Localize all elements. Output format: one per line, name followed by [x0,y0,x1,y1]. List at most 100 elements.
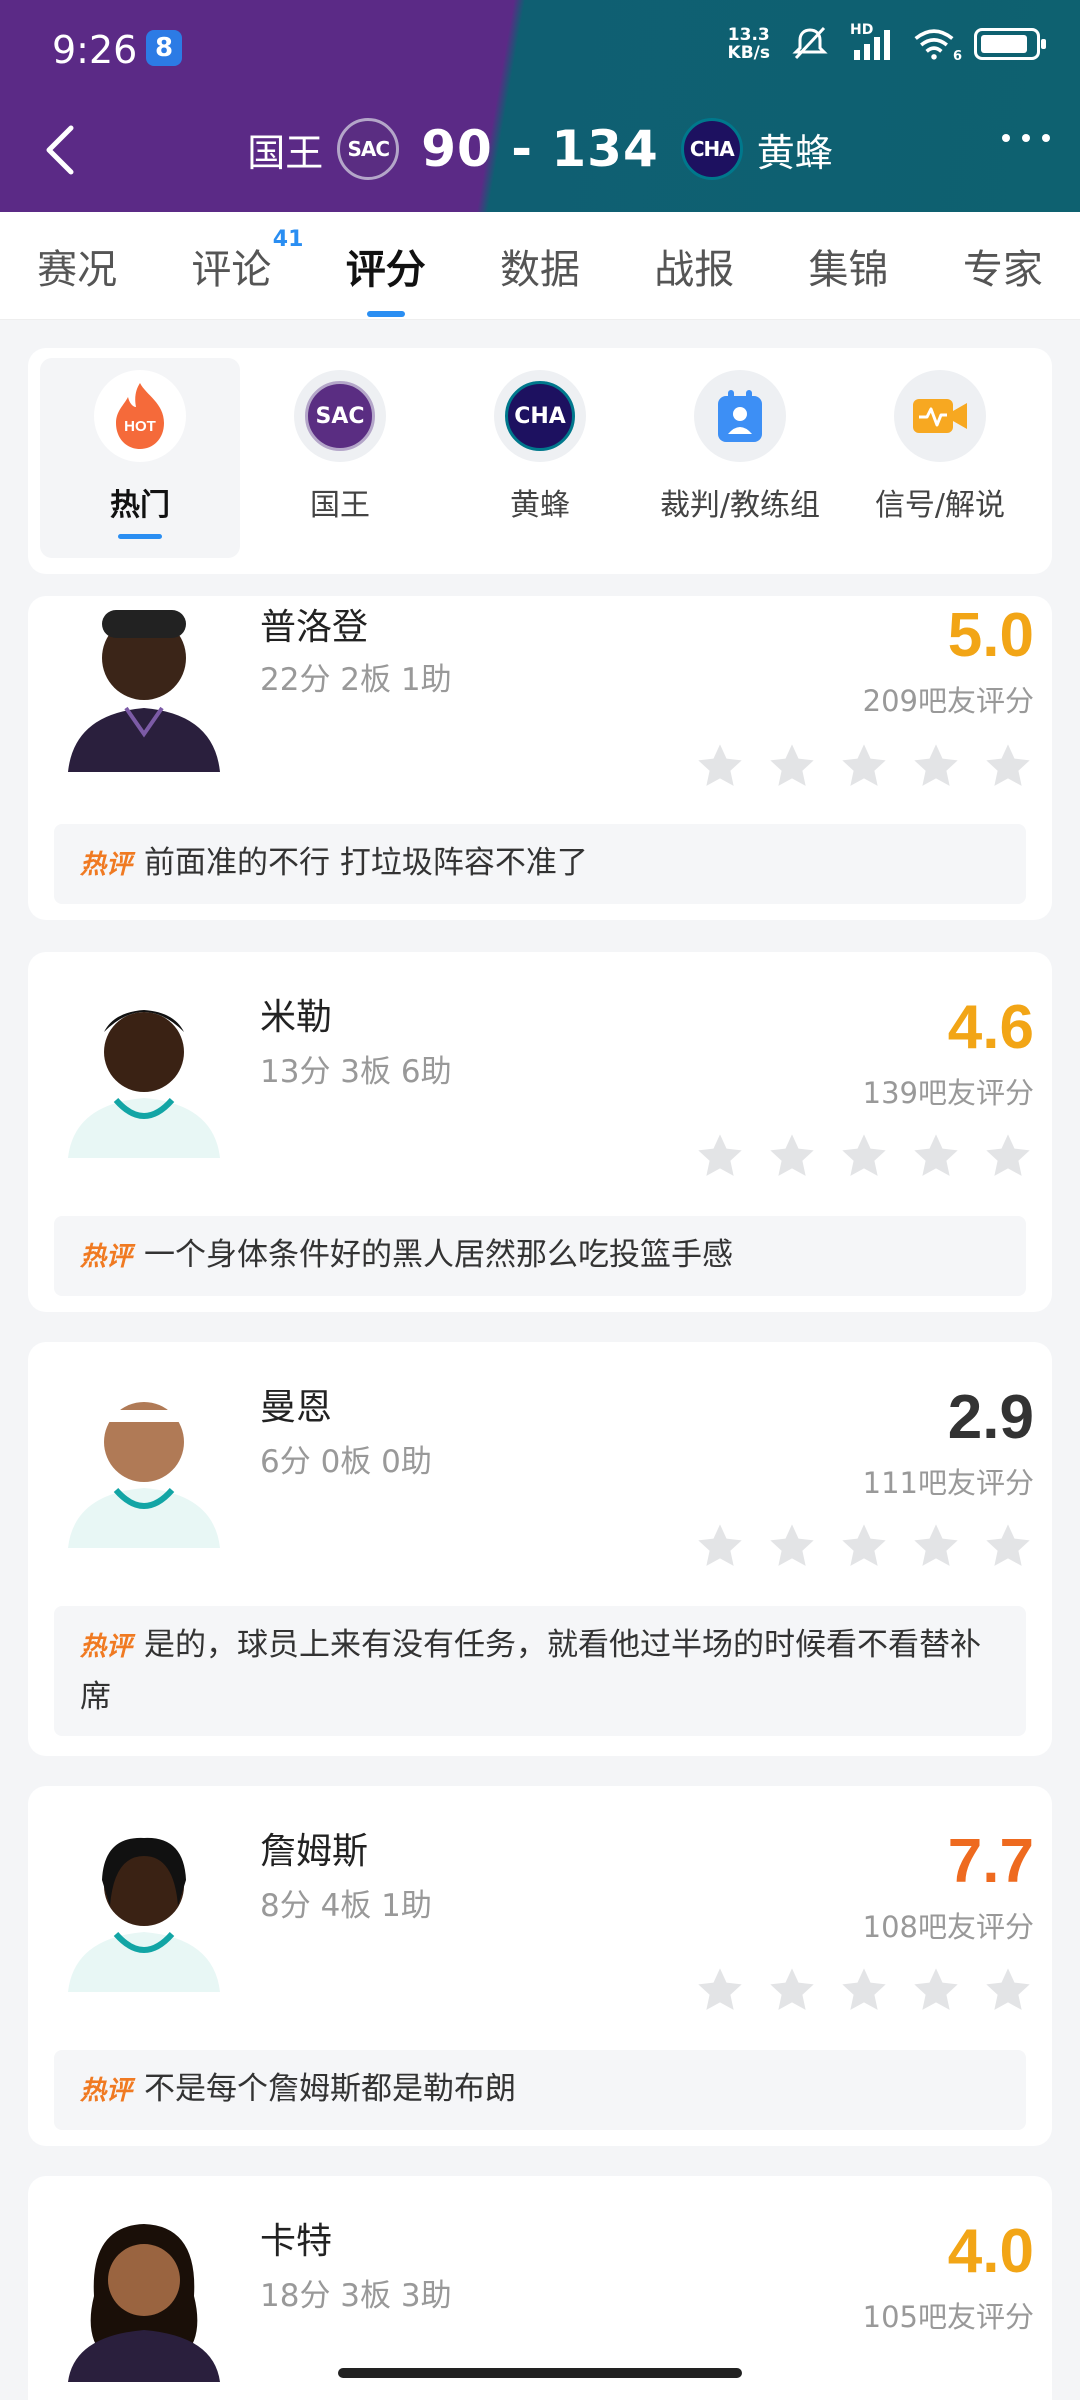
wifi-icon: 6 [912,26,962,64]
player-score: 4.6 [947,993,1034,1062]
vote-count: 139吧友评分 [862,1076,1034,1110]
star-icon[interactable] [694,740,746,792]
player-name: 卡特 [260,2221,333,2262]
vote-count: 111吧友评分 [862,1466,1034,1500]
star-icon[interactable] [910,740,962,792]
home-indicator[interactable] [338,2368,742,2378]
star-icon[interactable] [982,1130,1034,1182]
star-icon[interactable] [694,1130,746,1182]
more-options-button[interactable] [1002,134,1050,142]
star-icon[interactable] [910,1964,962,2016]
star-rating-input[interactable] [694,1130,1034,1182]
category-label: 热门 [110,480,170,539]
tab-comments[interactable]: 评论 41 [185,227,303,295]
player-rating-card[interactable]: 米勒 13分 3板 6助 4.6 139吧友评分 热评 一个身体条件好的黑人居然那… [28,952,1052,1312]
star-icon[interactable] [766,1130,818,1182]
star-rating-input[interactable] [694,1964,1034,2016]
player-rating-card[interactable]: 普洛登 22分 2板 1助 5.0 209吧友评分 热评 前面准的不行 打垃圾阵容… [28,596,1052,920]
hot-comment[interactable]: 热评 不是每个詹姆斯都是勒布朗 [54,2050,1026,2130]
svg-text:HOT: HOT [124,418,156,435]
comment-text: 不是每个詹姆斯都是勒布朗 [144,2071,517,2107]
star-icon[interactable] [982,1964,1034,2016]
vote-count: 209吧友评分 [862,684,1034,718]
player-name: 曼恩 [260,1387,333,1428]
comment-text: 是的，球员上来有没有任务，就看他过半场的时候看不看替补席 [80,1627,982,1715]
hot-comment[interactable]: 热评 一个身体条件好的黑人居然那么吃投篮手感 [54,1216,1026,1296]
star-icon[interactable] [910,1130,962,1182]
star-icon[interactable] [982,1520,1034,1572]
star-rating-input[interactable] [694,740,1034,792]
tab-bar: 赛况 评论 41 评分 数据 战报 集锦 专家 [0,212,1080,320]
category-label: 裁判/教练组 [659,488,821,523]
game-nav: 国王 SAC 90 - 134 CHA 黄蜂 [0,100,1080,200]
player-stats: 22分 2板 1助 [260,662,452,698]
notification-badge-icon: 8 [146,30,182,66]
status-bar: 9:26 8 13.3 KB/s HD 6 [0,0,1080,96]
hot-comment[interactable]: 热评 是的，球员上来有没有任务，就看他过半场的时候看不看替补席 [54,1606,1026,1736]
player-name: 詹姆斯 [260,1831,369,1872]
tab-stats[interactable]: 数据 [494,237,586,295]
player-stats: 18分 3板 3助 [260,2278,452,2314]
cha-logo-icon: CHA [680,118,743,180]
tab-live[interactable]: 赛况 [31,237,123,295]
category-broadcast[interactable]: 信号/解说 [840,370,1040,574]
player-avatar [54,982,234,1158]
star-icon[interactable] [694,1964,746,2016]
player-stats: 6分 0板 0助 [260,1444,432,1480]
star-icon[interactable] [838,1964,890,2016]
player-rating-card[interactable]: 詹姆斯 8分 4板 1助 7.7 108吧友评分 热评 不是每个詹姆斯都是勒布朗 [28,1786,1052,2146]
tab-highlights[interactable]: 集锦 [803,237,895,295]
star-icon[interactable] [694,1520,746,1572]
player-avatar [54,1372,234,1548]
category-label: 信号/解说 [874,488,1006,523]
status-time: 9:26 [52,28,138,72]
player-score: 4.0 [947,2217,1034,2286]
player-stats: 13分 3板 6助 [260,1054,452,1090]
player-avatar [54,596,234,772]
sac-logo-icon: SAC [337,118,400,180]
category-hornets[interactable]: CHA 黄蜂 [440,370,640,574]
hot-comment-tag: 热评 [80,1242,133,1272]
fire-hot-icon: HOT [94,370,186,462]
tab-ratings[interactable]: 评分 [340,237,432,295]
rating-category-filter: HOT 热门 SAC 国王 CHA 黄蜂 裁判/教练组 信号/解说 [28,348,1052,574]
player-rating-card[interactable]: 曼恩 6分 0板 0助 2.9 111吧友评分 热评 是的，球员上来有没有任务，就… [28,1342,1052,1756]
scoreboard: 国王 SAC 90 - 134 CHA 黄蜂 [0,118,1080,180]
player-avatar [54,1816,234,1992]
star-icon[interactable] [910,1520,962,1572]
category-hot[interactable]: HOT 热门 [40,358,240,558]
comment-text: 一个身体条件好的黑人居然那么吃投篮手感 [144,1237,734,1273]
net-speed: 13.3 KB/s [727,25,770,63]
star-icon[interactable] [982,740,1034,792]
category-kings[interactable]: SAC 国王 [240,370,440,574]
player-score: 7.7 [947,1827,1034,1896]
player-stats: 8分 4板 1助 [260,1888,432,1924]
vote-count: 105吧友评分 [862,2300,1034,2334]
tab-report[interactable]: 战报 [648,237,740,295]
player-score: 5.0 [947,601,1034,670]
cha-logo-icon: CHA [505,381,575,451]
star-icon[interactable] [838,1130,890,1182]
vote-count: 108吧友评分 [862,1910,1034,1944]
category-label: 国王 [310,488,370,523]
category-label: 黄蜂 [510,488,570,523]
referee-icon [694,370,786,462]
category-referee-coach[interactable]: 裁判/教练组 [640,370,840,574]
player-name: 普洛登 [260,607,369,648]
game-score: 90 - 134 [421,120,659,178]
signal-icon: HD [850,22,894,62]
player-rating-card[interactable]: 卡特 18分 3板 3助 4.0 105吧友评分 [28,2176,1052,2400]
star-icon[interactable] [766,740,818,792]
tab-experts[interactable]: 专家 [957,237,1049,295]
game-header: 9:26 8 13.3 KB/s HD 6 国王 SAC 90 - 134 CH… [0,0,1080,212]
star-icon[interactable] [838,740,890,792]
hot-comment[interactable]: 热评 前面准的不行 打垃圾阵容不准了 [54,824,1026,904]
star-icon[interactable] [766,1964,818,2016]
battery-icon [974,28,1046,60]
sac-logo-icon: SAC [305,381,375,451]
star-rating-input[interactable] [694,1520,1034,1572]
hot-comment-tag: 热评 [80,1632,133,1662]
star-icon[interactable] [766,1520,818,1572]
star-icon[interactable] [838,1520,890,1572]
away-team-name: 黄蜂 [756,130,833,175]
